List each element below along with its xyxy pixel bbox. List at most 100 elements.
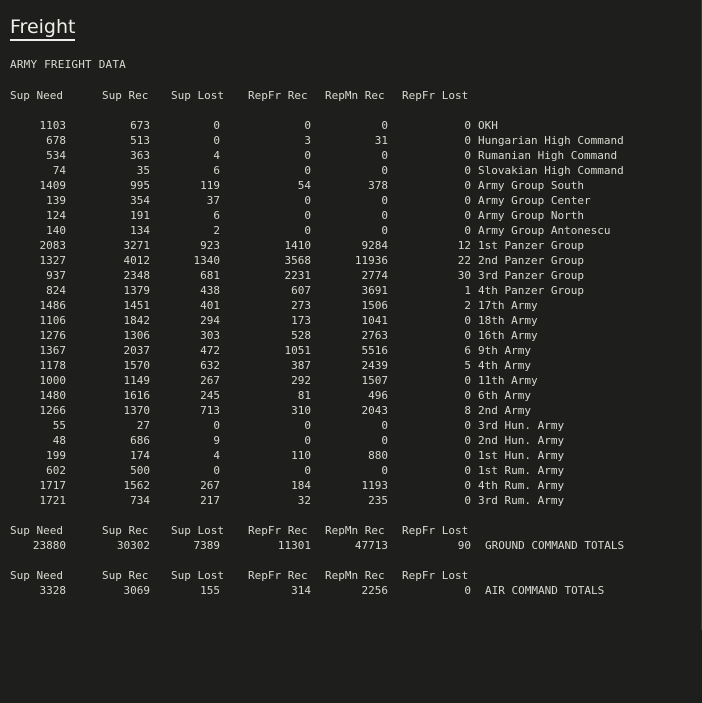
table-cell: 1842 (123, 314, 151, 327)
unit-name: 1st Hun. Army (478, 449, 565, 462)
table-cell: 6 (213, 209, 220, 222)
table-cell: 140 (46, 224, 66, 237)
table-cell: 0 (464, 434, 471, 447)
table-cell: 292 (291, 374, 311, 387)
table-cell: 1 (464, 284, 471, 297)
table-cell: 48 (52, 434, 66, 447)
table-cell: 4012 (123, 254, 151, 267)
table-cell: 3568 (284, 254, 312, 267)
table-cell: 6 (464, 344, 471, 357)
table-cell: 354 (130, 194, 150, 207)
column-header: RepFr Rec (248, 89, 308, 102)
table-cell: 191 (130, 209, 150, 222)
table-cell: 995 (130, 179, 150, 192)
unit-name: 3rd Rum. Army (478, 494, 565, 507)
table-cell: 9 (213, 434, 220, 447)
table-cell: 0 (304, 119, 311, 132)
table-cell: 235 (368, 494, 388, 507)
table-cell: 1041 (361, 314, 389, 327)
column-header-row: Sup Need Sup Rec Sup Lost RepFr Rec RepM… (0, 523, 468, 538)
unit-name: 4th Panzer Group (478, 284, 584, 297)
table-cell: 32 (297, 494, 311, 507)
table-cell: 54 (297, 179, 311, 192)
table-cell: 23880 (32, 539, 66, 552)
column-header: Sup Need (10, 569, 63, 582)
table-cell: 438 (200, 284, 220, 297)
column-header: Sup Rec (102, 89, 149, 102)
table-cell: 496 (368, 389, 388, 402)
table-cell: 55 (52, 419, 66, 432)
table-cell: 0 (464, 584, 471, 597)
table-cell: 3069 (123, 584, 151, 597)
table-cell: 686 (130, 434, 150, 447)
table-cell: 1051 (284, 344, 312, 357)
table-cell: 27 (136, 419, 150, 432)
table-cell: 734 (130, 494, 150, 507)
table-cell: 673 (130, 119, 150, 132)
table-cell: 2037 (123, 344, 151, 357)
table-cell: 0 (304, 464, 311, 477)
table-cell: 184 (291, 479, 311, 492)
unit-name: 17th Army (478, 299, 538, 312)
table-cell: 2083 (39, 239, 67, 252)
table-cell: 681 (200, 269, 220, 282)
table-cell: 4 (213, 449, 220, 462)
table-cell: 303 (200, 329, 220, 342)
table-cell: 0 (464, 134, 471, 147)
table-cell: 9284 (361, 239, 389, 252)
column-header: RepFr Rec (248, 524, 308, 537)
table-cell: 0 (464, 374, 471, 387)
table-cell: 1276 (39, 329, 67, 342)
table-cell: 2043 (361, 404, 389, 417)
table-cell: 2763 (361, 329, 389, 342)
table-cell: 0 (381, 149, 388, 162)
unit-name: Army Group South (478, 179, 584, 192)
column-header: RepMn Rec (325, 524, 385, 537)
totals-label: AIR COMMAND TOTALS (485, 584, 605, 597)
table-cell: 3 (304, 134, 311, 147)
unit-name: 2nd Panzer Group (478, 254, 584, 267)
table-cell: 3328 (39, 584, 67, 597)
unit-name: Slovakian High Command (478, 164, 624, 177)
table-cell: 35 (136, 164, 150, 177)
column-header: RepMn Rec (325, 89, 385, 102)
table-cell: 0 (464, 464, 471, 477)
table-cell: 3691 (361, 284, 389, 297)
table-cell: 0 (464, 164, 471, 177)
table-cell: 0 (304, 434, 311, 447)
table-cell: 30 (457, 269, 471, 282)
table-cell: 0 (464, 149, 471, 162)
table-cell: 110 (291, 449, 311, 462)
table-cell: 12 (457, 239, 471, 252)
table-cell: 173 (291, 314, 311, 327)
table-cell: 5516 (361, 344, 389, 357)
table-cell: 0 (304, 224, 311, 237)
table-cell: 1306 (123, 329, 151, 342)
table-cell: 1149 (123, 374, 151, 387)
unit-name: 11th Army (478, 374, 538, 387)
table-cell: 678 (46, 134, 66, 147)
column-header-row: Sup Need Sup Rec Sup Lost RepFr Rec RepM… (0, 88, 468, 103)
table-cell: 500 (130, 464, 150, 477)
unit-name: 9th Army (478, 344, 531, 357)
table-cell: 387 (291, 359, 311, 372)
table-cell: 6 (213, 164, 220, 177)
table-cell: 0 (464, 179, 471, 192)
table-cell: 1486 (39, 299, 67, 312)
table-cell: 5 (464, 359, 471, 372)
column-header: Sup Need (10, 524, 63, 537)
table-cell: 1266 (39, 404, 67, 417)
table-cell: 0 (464, 119, 471, 132)
table-cell: 3271 (123, 239, 151, 252)
column-header: Sup Lost (171, 524, 224, 537)
table-cell: 4 (213, 149, 220, 162)
table-cell: 1327 (39, 254, 67, 267)
table-cell: 1721 (39, 494, 67, 507)
table-cell: 81 (297, 389, 311, 402)
table-cell: 0 (464, 194, 471, 207)
table-cell: 199 (46, 449, 66, 462)
table-cell: 1506 (361, 299, 389, 312)
unit-name: 4th Rum. Army (478, 479, 565, 492)
table-cell: 937 (46, 269, 66, 282)
table-cell: 310 (291, 404, 311, 417)
